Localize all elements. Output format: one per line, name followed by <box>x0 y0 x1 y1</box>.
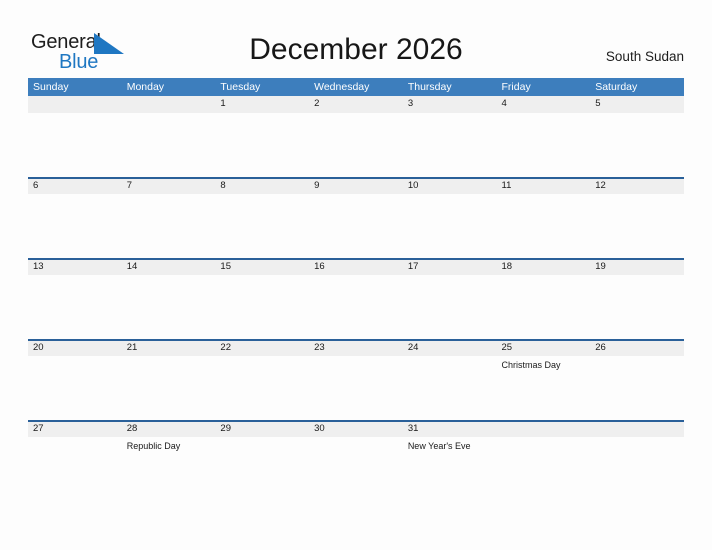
day-number: 17 <box>407 261 419 272</box>
day-number: 7 <box>126 180 132 191</box>
day-cell[interactable]: 21 <box>122 339 216 420</box>
day-cell[interactable]: 2 <box>309 96 403 177</box>
day-number: 3 <box>407 98 414 109</box>
day-cell[interactable]: 24 <box>403 339 497 420</box>
weekday-header-sunday: Sunday <box>33 81 69 93</box>
day-number: 13 <box>33 261 44 272</box>
day-cell[interactable]: 10 <box>403 177 497 258</box>
day-cell[interactable]: 12 <box>590 177 684 258</box>
region-label: South Sudan <box>605 49 684 64</box>
day-number: 5 <box>595 98 601 109</box>
day-cell[interactable]: 13 <box>28 258 122 339</box>
day-number: 2 <box>314 98 320 109</box>
calendar-week-row: 13 14 15 16 17 18 19 <box>28 258 684 339</box>
day-cell[interactable]: 29 <box>215 420 309 501</box>
page-header: General Blue December 2026 South Sudan <box>0 0 712 76</box>
day-number: 27 <box>33 423 44 434</box>
day-number: 24 <box>407 342 419 353</box>
day-cell[interactable]: 17 <box>403 258 497 339</box>
day-number: 23 <box>314 342 325 353</box>
day-cell[interactable]: 8 <box>215 177 309 258</box>
weekday-header-row: Sunday Monday Tuesday Wednesday Thursday… <box>28 78 684 96</box>
day-number: 21 <box>126 342 138 353</box>
calendar-week-row: 1 2 3 4 5 <box>28 96 684 177</box>
day-cell[interactable] <box>122 96 216 177</box>
day-cell[interactable] <box>497 420 591 501</box>
day-number: 26 <box>595 342 606 353</box>
day-event: Christmas Day <box>501 360 561 370</box>
day-number: 19 <box>595 261 606 272</box>
day-number: 18 <box>501 261 513 272</box>
day-cell[interactable] <box>590 420 684 501</box>
day-number: 9 <box>314 180 320 191</box>
day-cell-republic-day[interactable]: 28 Republic Day <box>122 420 216 501</box>
day-cell[interactable]: 19 <box>590 258 684 339</box>
day-cell[interactable]: 30 <box>309 420 403 501</box>
day-number: 20 <box>33 342 44 353</box>
weekday-header-saturday: Saturday <box>595 81 638 93</box>
calendar-grid: Sunday Monday Tuesday Wednesday Thursday… <box>28 78 684 501</box>
day-cell[interactable]: 23 <box>309 339 403 420</box>
day-cell[interactable]: 5 <box>590 96 684 177</box>
weekday-header-friday: Friday <box>501 81 531 93</box>
day-number: 16 <box>314 261 325 272</box>
calendar-week-row: 27 28 Republic Day 29 30 31 New Year's E… <box>28 420 684 501</box>
day-number: 30 <box>314 423 325 434</box>
day-number: 25 <box>501 342 513 353</box>
day-event: Republic Day <box>126 441 181 451</box>
day-number: 28 <box>126 423 138 434</box>
weekday-header-thursday: Thursday <box>407 81 452 93</box>
day-cell[interactable]: 15 <box>215 258 309 339</box>
day-number: 4 <box>501 98 507 109</box>
day-cell[interactable] <box>28 96 122 177</box>
weekday-header-wednesday: Wednesday <box>314 81 370 93</box>
day-cell[interactable]: 18 <box>497 258 591 339</box>
day-number: 22 <box>220 342 231 353</box>
day-cell[interactable]: 14 <box>122 258 216 339</box>
day-number: 6 <box>33 180 39 191</box>
weekday-header-tuesday: Tuesday <box>220 81 261 93</box>
day-number: 12 <box>595 180 606 191</box>
day-cell[interactable]: 9 <box>309 177 403 258</box>
day-number: 29 <box>220 423 231 434</box>
day-cell[interactable]: 7 <box>122 177 216 258</box>
calendar-week-row: 20 21 22 23 24 25 Christmas Day 26 <box>28 339 684 420</box>
day-cell-christmas[interactable]: 25 Christmas Day <box>497 339 591 420</box>
day-cell[interactable]: 1 <box>215 96 309 177</box>
calendar-page: General Blue December 2026 South Sudan S… <box>0 0 712 550</box>
day-number: 31 <box>407 423 419 434</box>
day-number: 1 <box>220 98 226 109</box>
day-cell[interactable]: 3 <box>403 96 497 177</box>
day-number: 11 <box>501 180 512 191</box>
day-cell[interactable]: 6 <box>28 177 122 258</box>
day-number: 15 <box>220 261 231 272</box>
day-number: 8 <box>220 180 226 191</box>
day-cell-new-years-eve[interactable]: 31 New Year's Eve <box>403 420 497 501</box>
day-number: 14 <box>126 261 138 272</box>
day-cell[interactable]: 26 <box>590 339 684 420</box>
day-cell[interactable]: 11 <box>497 177 591 258</box>
weekday-header-monday: Monday <box>126 81 165 93</box>
day-cell[interactable]: 4 <box>497 96 591 177</box>
day-cell[interactable]: 27 <box>28 420 122 501</box>
calendar-week-row: 6 7 8 9 10 11 12 <box>28 177 684 258</box>
day-cell[interactable]: 22 <box>215 339 309 420</box>
day-cell[interactable]: 16 <box>309 258 403 339</box>
day-cell[interactable]: 20 <box>28 339 122 420</box>
day-number: 10 <box>407 180 419 191</box>
day-event: New Year's Eve <box>407 441 471 451</box>
